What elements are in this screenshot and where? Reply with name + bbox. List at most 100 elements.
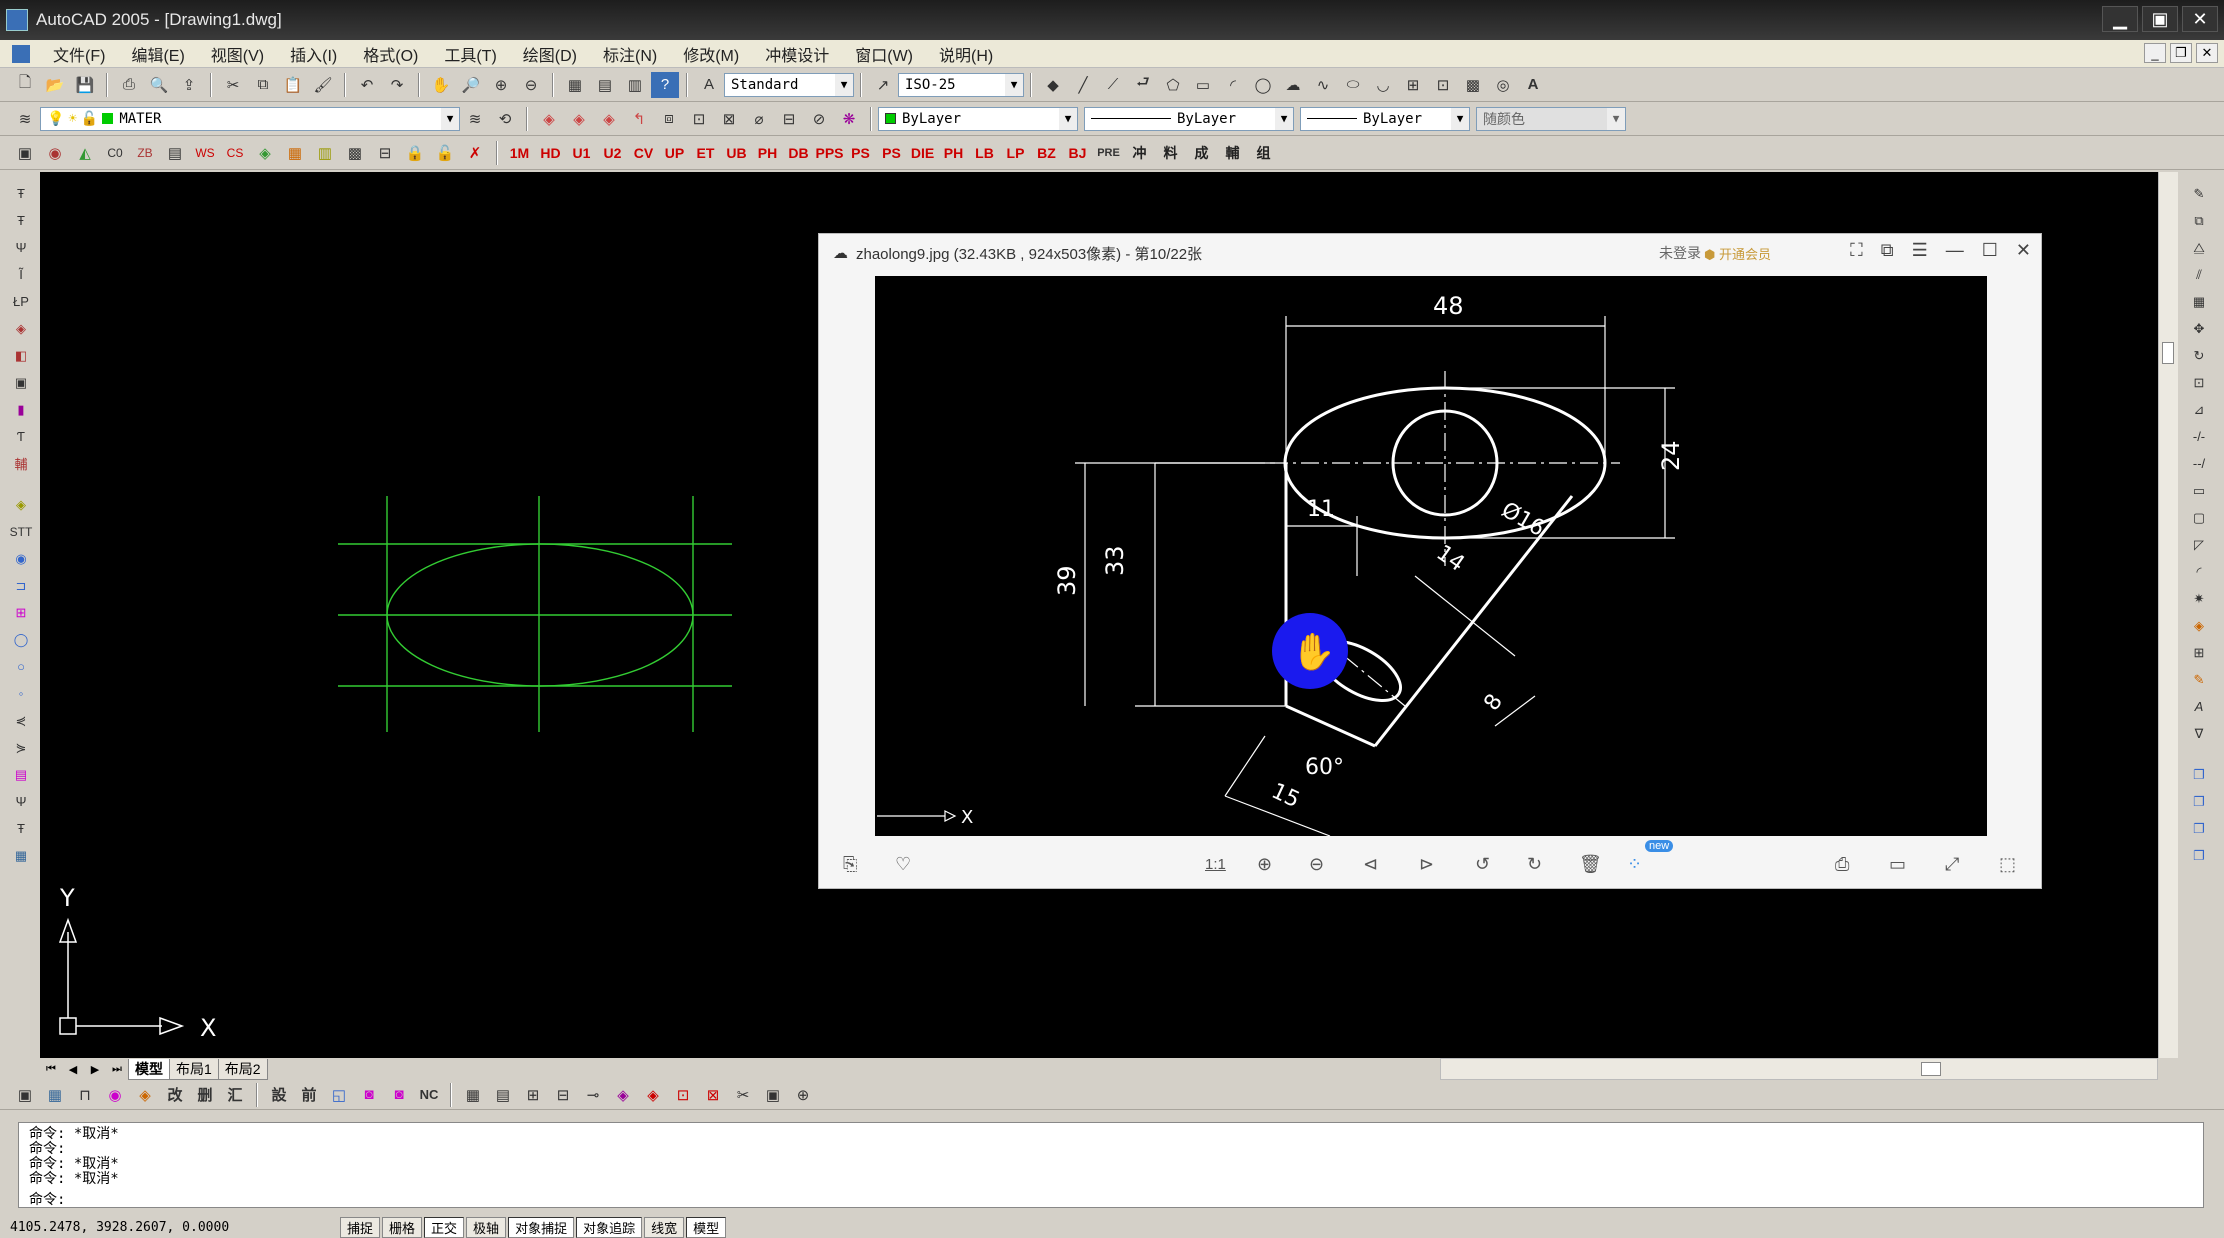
die-tool-12-button[interactable]: PS <box>846 140 876 166</box>
circle-icon[interactable]: ◯ <box>1249 72 1277 98</box>
die-tool-14-button[interactable]: DIE <box>908 140 938 166</box>
close-button[interactable]: ✕ <box>2182 6 2218 32</box>
maximize-button[interactable]: ▣ <box>2142 6 2178 32</box>
viewer-print-icon[interactable]: ⎙ <box>1835 854 1849 875</box>
actual-size-button[interactable]: 1:1 <box>1205 856 1226 873</box>
unlock-tool-icon[interactable]: 🔓 <box>431 140 459 166</box>
left-tool-10-icon[interactable]: Ƭ <box>7 424 35 449</box>
cut-icon[interactable]: ✂ <box>219 72 247 98</box>
custom-tool-10-icon[interactable]: ▦ <box>281 140 309 166</box>
polyline-icon[interactable]: ⮐ <box>1129 72 1157 98</box>
copy-icon[interactable]: ⧉ <box>249 72 277 98</box>
bottom-tool-nc[interactable]: NC <box>415 1082 443 1108</box>
menu-tools[interactable]: 工具(T) <box>431 42 509 66</box>
menu-edit[interactable]: 编辑(E) <box>118 42 197 66</box>
bottom-tool-12-icon[interactable]: ▦ <box>459 1082 487 1108</box>
hatch-icon[interactable]: ▩ <box>1459 72 1487 98</box>
layer-states-icon[interactable]: ❋ <box>835 106 863 132</box>
bottom-tool-19-icon[interactable]: ⊡ <box>669 1082 697 1108</box>
custom-tool-9-icon[interactable]: ◈ <box>251 140 279 166</box>
right-tool-18-icon[interactable]: ⊞ <box>2185 640 2213 665</box>
color-select[interactable]: ByLayer ▼ <box>878 106 1078 131</box>
bottom-tool-4-icon[interactable]: ◉ <box>101 1082 129 1108</box>
die-tool-3-button[interactable]: U1 <box>567 140 597 166</box>
help-icon[interactable]: ? <box>651 71 679 98</box>
bottom-tool-13-icon[interactable]: ▤ <box>489 1082 517 1108</box>
custom-tool-6-icon[interactable]: ▤ <box>161 140 189 166</box>
layer-match-icon[interactable]: ⊡ <box>685 106 713 132</box>
custom-tool-2-icon[interactable]: ◉ <box>41 140 69 166</box>
model-toggle[interactable]: 模型 <box>686 1216 727 1238</box>
save-icon[interactable]: 💾 <box>71 72 99 98</box>
make-object-layer-current-icon[interactable]: ≋ <box>461 106 489 132</box>
bottom-tool-shan[interactable]: 删 <box>191 1082 219 1108</box>
viewer-maximize-icon[interactable]: ☐ <box>1982 240 1998 261</box>
more-features-icon[interactable]: ⁘ <box>1627 854 1642 875</box>
left-circle-1-icon[interactable]: ◯ <box>7 627 35 652</box>
polygon-icon[interactable]: ⬠ <box>1159 72 1187 98</box>
die-tool-19-button[interactable]: BJ <box>1063 140 1093 166</box>
construction-line-icon[interactable]: ⟋ <box>1099 72 1127 98</box>
next-tab-icon[interactable]: ▶ <box>84 1063 106 1076</box>
zoom-in-icon[interactable]: ⊕ <box>1257 854 1272 875</box>
bottom-tool-she[interactable]: 設 <box>265 1082 293 1108</box>
left-tool-8-icon[interactable]: ▣ <box>7 370 35 395</box>
open-file-icon[interactable]: 📂 <box>41 72 69 98</box>
die-tool-7-button[interactable]: ET <box>691 140 721 166</box>
die-tool-20-button[interactable]: PRE <box>1094 140 1124 166</box>
doc-restore-button[interactable]: ❐ <box>2170 43 2192 63</box>
tab-layout2[interactable]: 布局2 <box>217 1058 268 1080</box>
bottom-tool-10-icon[interactable]: ◙ <box>385 1082 413 1108</box>
bottom-tool-5-icon[interactable]: ◈ <box>131 1082 159 1108</box>
pin-icon[interactable]: ⧉ <box>1881 240 1894 261</box>
rotate-icon[interactable]: ↻ <box>2185 343 2213 368</box>
right-tool-17-icon[interactable]: ◈ <box>2185 613 2213 638</box>
die-tool-24-button[interactable]: 輔 <box>1218 140 1248 166</box>
viewer-close-icon[interactable]: ✕ <box>2016 240 2031 261</box>
doc-close-button[interactable]: ✕ <box>2196 43 2218 63</box>
left-tool-1-icon[interactable]: Ŧ <box>7 181 35 206</box>
document-icon[interactable] <box>12 44 30 63</box>
print-preview-icon[interactable]: 🔍 <box>145 72 173 98</box>
bottom-tool-3-icon[interactable]: ⊓ <box>71 1082 99 1108</box>
trim-icon[interactable]: -/- <box>2185 424 2213 449</box>
favorite-heart-icon[interactable]: ♡ <box>895 854 911 875</box>
otrack-toggle[interactable]: 对象追踪 <box>576 1216 643 1238</box>
left-tool-13-icon[interactable]: STT <box>7 519 35 544</box>
draw-order-above-icon[interactable]: ❐ <box>2185 816 2213 841</box>
die-tool-5-button[interactable]: CV <box>629 140 659 166</box>
left-tool-15-icon[interactable]: ⊐ <box>7 573 35 598</box>
custom-tool-7-icon[interactable]: WS <box>191 140 219 166</box>
left-tool-14-icon[interactable]: ◉ <box>7 546 35 571</box>
mirror-icon[interactable]: ⧋ <box>2185 235 2213 260</box>
die-tool-9-button[interactable]: PH <box>753 140 783 166</box>
bottom-tool-16-icon[interactable]: ⊸ <box>579 1082 607 1108</box>
die-tool-11-button[interactable]: PPS <box>815 140 845 166</box>
point-icon[interactable]: ◆ <box>1039 72 1067 98</box>
left-tool-9-icon[interactable]: ▮ <box>7 397 35 422</box>
die-tool-17-button[interactable]: LP <box>1001 140 1031 166</box>
layer-delete-icon[interactable]: ⌀ <box>745 106 773 132</box>
die-tool-15-button[interactable]: PH <box>939 140 969 166</box>
fullscreen-icon[interactable]: ⛶ <box>1850 240 1863 261</box>
lineweight-select[interactable]: ByLayer ▼ <box>1300 106 1470 131</box>
delete-icon[interactable]: 🗑 <box>1579 854 1602 875</box>
horizontal-scroll-thumb[interactable] <box>1921 1062 1941 1076</box>
menu-icon[interactable]: ☰ <box>1912 240 1928 261</box>
custom-tool-11-icon[interactable]: ▥ <box>311 140 339 166</box>
custom-tool-5-icon[interactable]: ZB <box>131 140 159 166</box>
draw-order-under-icon[interactable]: ❐ <box>2185 843 2213 868</box>
bottom-tool-1-icon[interactable]: ▣ <box>11 1082 39 1108</box>
custom-tool-4-icon[interactable]: C0 <box>101 140 129 166</box>
tool-palettes-icon[interactable]: ▥ <box>621 72 649 98</box>
lineweight-toggle[interactable]: 线宽 <box>644 1216 685 1238</box>
menu-insert[interactable]: 插入(I) <box>277 42 350 66</box>
color-toolbar-icon[interactable]: ◈ <box>535 106 563 132</box>
drawing-canvas[interactable]: Y X ☁ zhaolong9.jpg (32.43KB , 924x503像素… <box>40 172 2158 1058</box>
command-window[interactable]: 命令: *取消* 命令: 命令: *取消* 命令: *取消* 命令: <box>18 1122 2204 1208</box>
dim-style-select[interactable]: ISO-25 ▼ <box>898 72 1024 97</box>
bottom-tool-21-icon[interactable]: ✂ <box>729 1082 757 1108</box>
viewer-scan-icon[interactable]: ▭ <box>1889 854 1906 875</box>
ortho-toggle[interactable]: 正交 <box>424 1216 465 1238</box>
bottom-tool-14-icon[interactable]: ⊞ <box>519 1082 547 1108</box>
